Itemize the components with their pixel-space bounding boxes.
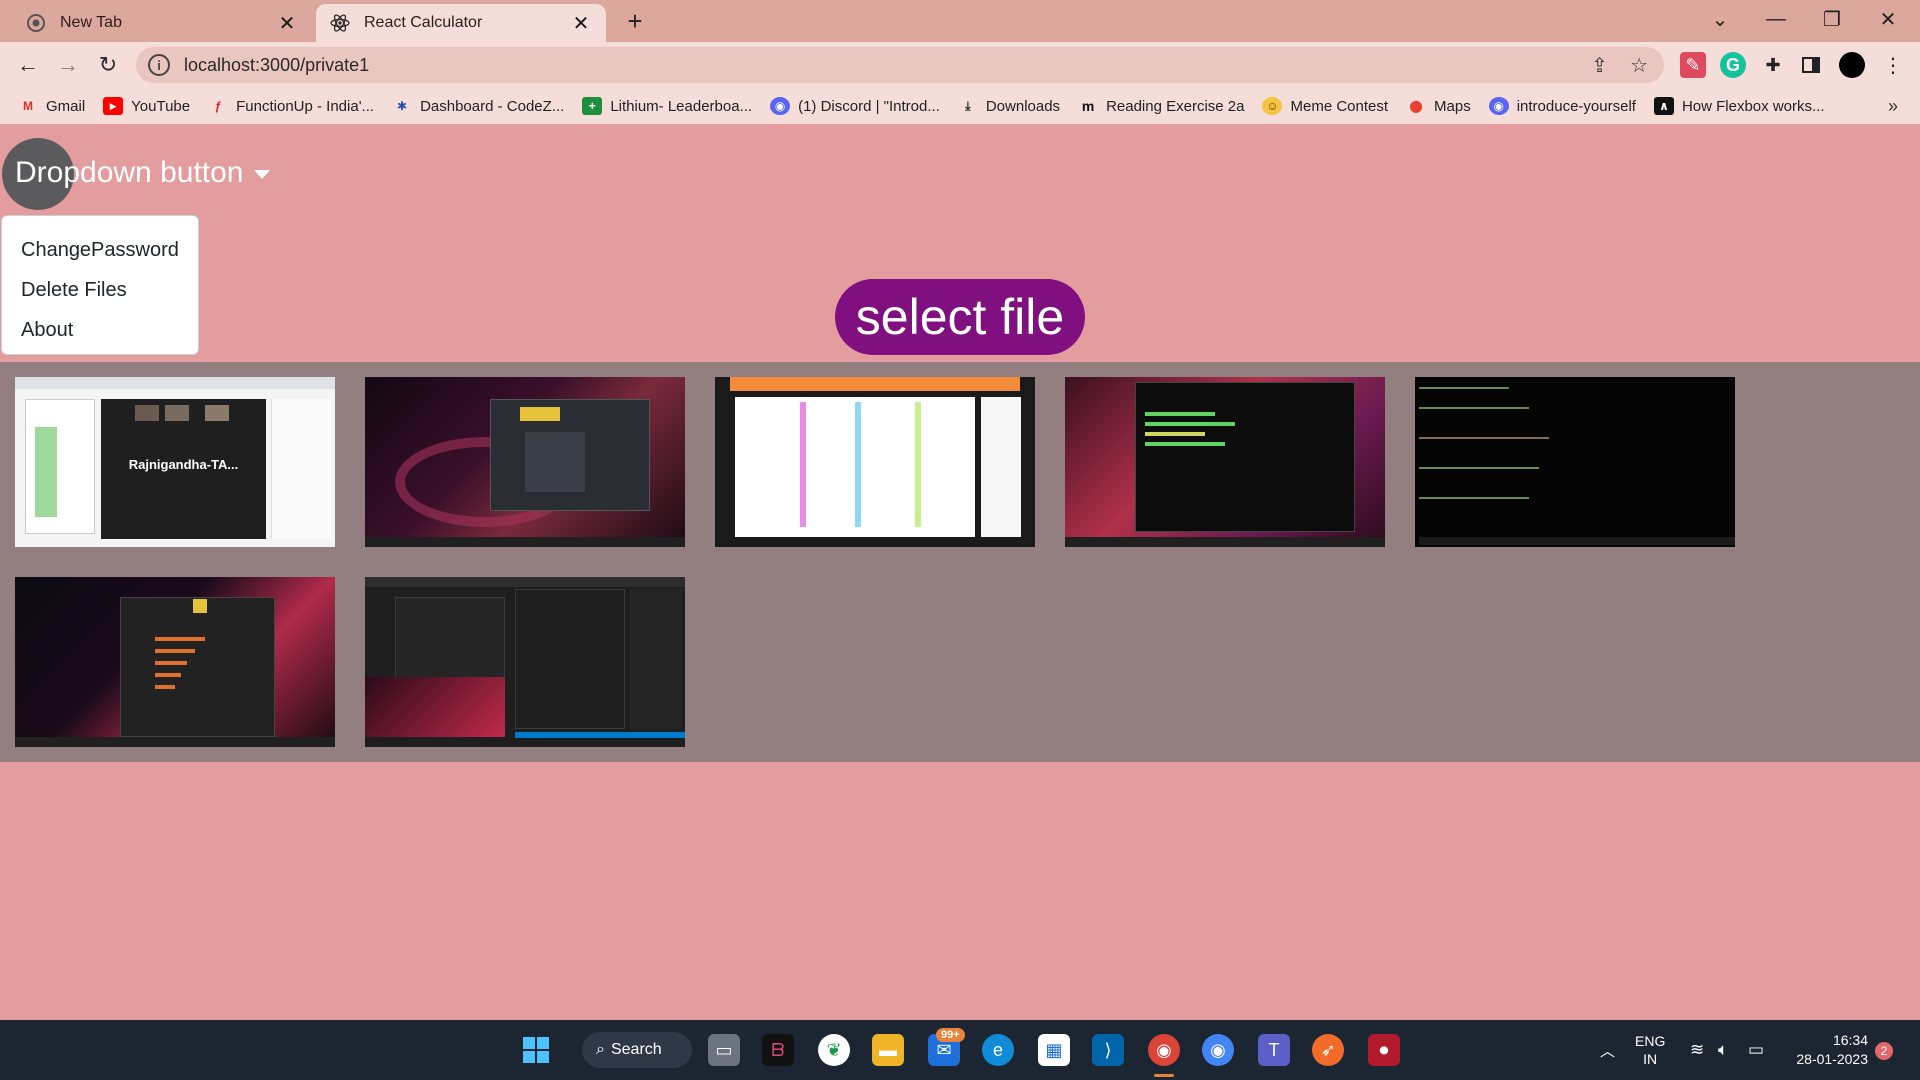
dropdown-button[interactable]: Dropdown button (15, 156, 270, 190)
close-tab-icon[interactable]: ✕ (276, 12, 298, 35)
bookmarks-overflow-icon[interactable]: » (1888, 96, 1898, 117)
chrome-icon (26, 13, 46, 33)
browser-toolbar: ← → ↻ i localhost:3000/private1 ⇪ ☆ ✎ G … (0, 42, 1920, 88)
bookmark-functionup[interactable]: ƒ FunctionUp - India'... (208, 97, 374, 115)
functionup-icon: ƒ (214, 99, 222, 113)
search-icon: ⌕ (596, 1041, 605, 1058)
sheets-icon: + (582, 97, 603, 115)
tab-new-tab[interactable]: New Tab ✕ (12, 4, 312, 42)
caret-down-icon (253, 169, 270, 179)
chrome-active-icon[interactable]: ◉ (1148, 1034, 1180, 1066)
taskbar-search[interactable]: ⌕ Search (582, 1032, 692, 1068)
file-explorer-icon[interactable]: ▬ (872, 1034, 904, 1066)
share-icon[interactable]: ⇪ (1591, 53, 1608, 78)
youtube-icon: ▶ (103, 97, 124, 115)
wifi-icon[interactable]: ≋ (1690, 1020, 1704, 1080)
browser-tab-strip: New Tab ✕ React Calculator ✕ + ⌄ — ❐ ✕ (0, 0, 1920, 42)
thumbnail-code-editor-screenshot[interactable] (365, 577, 685, 747)
menu-item-about[interactable]: About (2, 310, 198, 350)
discord-icon: ◉ (1488, 97, 1509, 115)
page-content: Dropdown button ChangePassword Delete Fi… (0, 124, 1920, 1020)
restore-icon[interactable]: ❐ (1804, 0, 1860, 38)
language-indicator[interactable]: ENG IN (1635, 1020, 1665, 1080)
tray-show-hidden-icon[interactable]: ︿ (1600, 1020, 1615, 1080)
thumbnail-meeting-screenshot[interactable]: Rajnigandha-TA... (15, 377, 335, 547)
new-tab-icon[interactable]: + (620, 6, 650, 36)
bookmark-gmail[interactable]: M Gmail (18, 97, 85, 115)
search-label: Search (610, 1041, 662, 1058)
bookmark-maps[interactable]: ⬤ Maps (1406, 97, 1470, 115)
edge-icon[interactable]: e (982, 1034, 1014, 1066)
address-bar[interactable]: i localhost:3000/private1 ⇪ ☆ (136, 47, 1664, 83)
side-panel-icon[interactable] (1798, 52, 1824, 78)
dropdown-menu: ChangePassword Delete Files About (1, 215, 199, 355)
bookmarks-bar: M Gmail ▶ YouTube ƒ FunctionUp - India'... … (0, 88, 1920, 124)
volume-icon[interactable]: 🔈︎ (1718, 1020, 1728, 1080)
bookmark-downloads[interactable]: ⤓ Downloads (958, 97, 1060, 115)
menu-kebab-icon[interactable]: ⋮ (1880, 52, 1906, 78)
notification-count-badge[interactable]: 2 (1875, 1042, 1893, 1060)
tab-title: New Tab (60, 14, 122, 31)
image-gallery: Rajnigandha-TA... (0, 362, 1920, 762)
reload-icon[interactable]: ↻ (94, 51, 122, 79)
mongodb-icon[interactable]: ❦ (818, 1034, 850, 1066)
app-icon-stylized-b[interactable]: ᗷ (762, 1034, 794, 1066)
codezinger-icon: ✱ (397, 99, 408, 113)
vscode-icon[interactable]: ⟩ (1092, 1034, 1124, 1066)
emoji-icon: ☺ (1262, 97, 1283, 115)
extensions-puzzle-icon[interactable]: ✚ (1760, 52, 1786, 78)
m-icon: m (1081, 98, 1095, 114)
thumbnail-whiteboard-screenshot[interactable] (715, 377, 1035, 547)
maps-icon: ⬤ (1409, 99, 1423, 113)
forward-icon[interactable]: → (54, 51, 82, 79)
bookmark-lithium[interactable]: + Lithium- Leaderboa... (582, 97, 752, 115)
discord-icon: ◉ (770, 97, 791, 115)
bookmark-flexbox[interactable]: ∧ How Flexbox works... (1653, 97, 1825, 115)
windows-taskbar: ⌕ Search ▭ ᗷ ❦ ▬ ✉ 99+ e ▦ ⟩ ◉ ◉ T ➶ ⏺ ︿… (0, 1020, 1920, 1080)
bookmark-reading-exercise[interactable]: m Reading Exercise 2a (1078, 97, 1245, 115)
site-info-icon[interactable]: i (148, 54, 170, 76)
thumbnail-desktop-screenshot-1[interactable] (365, 377, 685, 547)
tab-react-calculator[interactable]: React Calculator ✕ (316, 4, 606, 42)
minimize-icon[interactable]: — (1748, 0, 1804, 38)
gmail-icon: M (23, 99, 33, 113)
grammarly-icon[interactable]: G (1720, 52, 1746, 78)
postman-icon[interactable]: ➶ (1312, 1034, 1344, 1066)
microsoft-store-icon[interactable]: ▦ (1038, 1034, 1070, 1066)
clock[interactable]: 16:34 28-01-2023 (1790, 1020, 1868, 1080)
thumbnail-chart-desktop-screenshot[interactable] (15, 577, 335, 747)
teams-icon[interactable]: T (1258, 1034, 1290, 1066)
battery-icon[interactable]: ▭ (1748, 1020, 1764, 1080)
menu-item-delete-files[interactable]: Delete Files (2, 270, 198, 310)
bookmark-meme-contest[interactable]: ☺ Meme Contest (1262, 97, 1388, 115)
bookmark-star-icon[interactable]: ☆ (1630, 53, 1648, 78)
active-app-indicator (1154, 1074, 1174, 1077)
profile-avatar[interactable] (1839, 52, 1865, 78)
dropdown-button-label: Dropdown button (15, 156, 244, 189)
url-text[interactable]: localhost:3000/private1 (184, 55, 369, 76)
thumbnail-terminal-screenshot[interactable] (1415, 377, 1735, 547)
react-icon (330, 13, 350, 33)
screen-recorder-icon[interactable]: ⏺ (1368, 1034, 1400, 1066)
close-tab-icon[interactable]: ✕ (570, 12, 592, 35)
mail-badge: 99+ (936, 1028, 965, 1042)
bookmark-codez[interactable]: ✱ Dashboard - CodeZ... (392, 97, 564, 115)
bookmark-youtube[interactable]: ▶ YouTube (103, 97, 190, 115)
tab-title: React Calculator (364, 14, 483, 31)
back-icon[interactable]: ← (14, 51, 42, 79)
select-file-button[interactable]: select file (835, 279, 1085, 355)
download-icon: ⤓ (965, 98, 971, 113)
flexbox-icon: ∧ (1653, 97, 1674, 115)
windows-start-icon[interactable] (520, 1034, 552, 1066)
thumbnail-terminal-desktop-screenshot[interactable] (1065, 377, 1385, 547)
chrome-icon[interactable]: ◉ (1202, 1034, 1234, 1066)
bookmark-introduce-yourself[interactable]: ◉ introduce-yourself (1488, 97, 1636, 115)
tab-search-chevron-icon[interactable]: ⌄ (1692, 0, 1748, 38)
menu-item-change-password[interactable]: ChangePassword (2, 230, 198, 270)
bookmark-discord[interactable]: ◉ (1) Discord | "Introd... (770, 97, 940, 115)
close-window-icon[interactable]: ✕ (1860, 0, 1916, 38)
extension-red-icon[interactable]: ✎ (1680, 52, 1706, 78)
thumbnail-caption: Rajnigandha-TA... (128, 457, 239, 472)
task-view-icon[interactable]: ▭ (708, 1034, 740, 1066)
